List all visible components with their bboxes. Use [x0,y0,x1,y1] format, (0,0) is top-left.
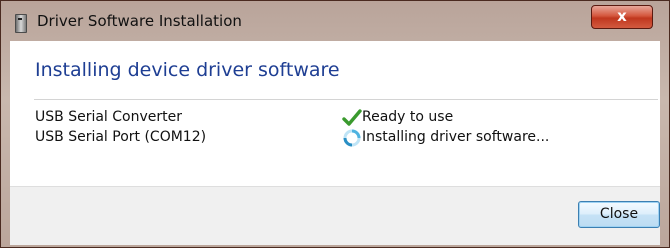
device-name: USB Serial Port (COM12) [35,129,207,145]
device-row: USB Serial Converter Ready to use [10,109,660,129]
close-button[interactable]: Close [578,201,660,228]
check-icon [342,109,362,126]
device-row: USB Serial Port (COM12) Installing drive… [10,129,660,149]
device-name: USB Serial Converter [35,109,182,125]
window-title: Driver Software Installation [37,12,242,30]
dialog-window: Driver Software Installation x Installin… [0,0,670,248]
divider [34,99,658,100]
content-panel: Installing device driver software USB Se… [10,41,660,186]
window-close-button[interactable]: x [591,5,653,29]
device-status: Installing driver software... [362,129,550,145]
title-bar[interactable]: Driver Software Installation x [1,1,670,41]
usb-device-icon [15,14,27,33]
device-status: Ready to use [362,109,454,125]
page-title: Installing device driver software [35,59,340,81]
button-bar: Close [10,186,660,245]
spinner-icon [343,129,361,147]
